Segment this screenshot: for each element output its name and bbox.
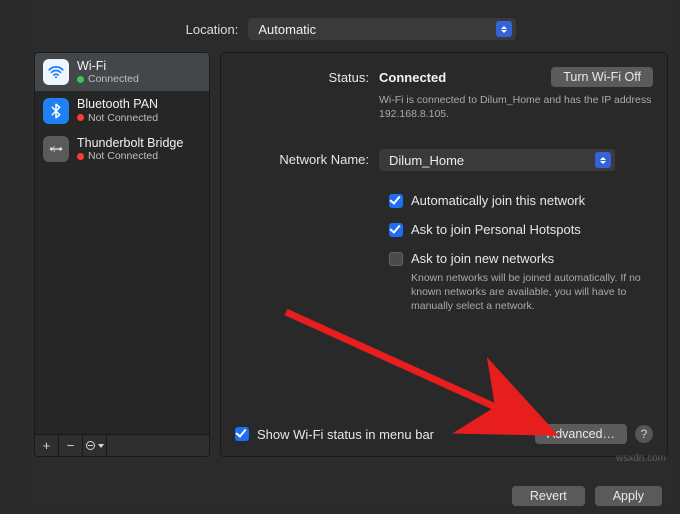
wifi-icon: [43, 59, 69, 85]
sidebar-item-title: Thunderbolt Bridge: [77, 136, 183, 150]
thunderbolt-icon: [43, 136, 69, 162]
bluetooth-icon: [43, 98, 69, 124]
status-row: Status: Connected Turn Wi-Fi Off Wi-Fi i…: [235, 67, 653, 121]
interface-options-button[interactable]: [83, 435, 107, 456]
location-popup[interactable]: Automatic: [248, 18, 516, 40]
sidebar-item-thunderbolt[interactable]: Thunderbolt Bridge Not Connected: [35, 130, 209, 168]
ask-hotspot-label: Ask to join Personal Hotspots: [411, 222, 581, 237]
status-dot-icon: [77, 114, 84, 121]
ask-new-help-text: Known networks will be joined automatica…: [411, 272, 641, 313]
sidebar-item-subtitle: Not Connected: [77, 112, 158, 124]
revert-button[interactable]: Revert: [512, 486, 585, 506]
add-interface-button[interactable]: +: [35, 435, 59, 456]
help-button[interactable]: ?: [635, 425, 653, 443]
auto-join-checkbox-row[interactable]: Automatically join this network: [389, 193, 653, 208]
network-name-row: Network Name: Dilum_Home: [235, 149, 653, 171]
status-dot-icon: [77, 76, 84, 83]
status-help-text: Wi-Fi is connected to Dilum_Home and has…: [379, 94, 653, 121]
network-name-popup[interactable]: Dilum_Home: [379, 149, 615, 171]
watermark: wsxdn.com: [616, 453, 666, 464]
remove-interface-button[interactable]: −: [59, 435, 83, 456]
sidebar-item-text: Wi-Fi Connected: [77, 59, 139, 85]
chevron-updown-icon: [595, 152, 611, 168]
ask-hotspot-checkbox-row[interactable]: Ask to join Personal Hotspots: [389, 222, 653, 237]
show-menubar-label: Show Wi-Fi status in menu bar: [257, 427, 434, 442]
network-name-value: Dilum_Home: [389, 153, 464, 168]
turn-wifi-off-button[interactable]: Turn Wi-Fi Off: [551, 67, 653, 87]
advanced-button[interactable]: Advanced…: [535, 424, 627, 444]
sidebar-item-text: Bluetooth PAN Not Connected: [77, 97, 158, 123]
sidebar-toolbar: + −: [35, 434, 209, 456]
chevron-down-icon: [98, 444, 104, 448]
location-label: Location:: [186, 22, 239, 37]
status-dot-icon: [77, 153, 84, 160]
sidebar-item-subtitle: Connected: [77, 73, 139, 85]
apply-button[interactable]: Apply: [595, 486, 662, 506]
sidebar-item-title: Bluetooth PAN: [77, 97, 158, 111]
main-columns: Wi-Fi Connected Bluetooth PAN: [28, 52, 674, 457]
checkbox-checked-icon: [389, 194, 403, 208]
interface-detail: Status: Connected Turn Wi-Fi Off Wi-Fi i…: [220, 52, 668, 457]
location-row: Location: Automatic: [28, 0, 674, 52]
sidebar-item-subtitle: Not Connected: [77, 150, 183, 162]
checkbox-unchecked-icon: [389, 252, 403, 266]
chevron-updown-icon: [496, 21, 512, 37]
status-label: Status:: [235, 67, 379, 85]
sidebar-item-bluetooth[interactable]: Bluetooth PAN Not Connected: [35, 91, 209, 129]
sidebar-item-wifi[interactable]: Wi-Fi Connected: [35, 53, 209, 91]
auto-join-label: Automatically join this network: [411, 193, 585, 208]
footer: Revert Apply: [512, 486, 662, 506]
network-pref-window: Location: Automatic Wi-Fi Connected: [28, 0, 674, 508]
location-value: Automatic: [258, 22, 316, 37]
sidebar-item-title: Wi-Fi: [77, 59, 139, 73]
show-menubar-checkbox-row[interactable]: Show Wi-Fi status in menu bar: [235, 427, 527, 442]
status-value: Connected: [379, 70, 446, 85]
ask-new-checkbox-row[interactable]: Ask to join new networks: [389, 251, 653, 266]
checkbox-checked-icon: [235, 427, 249, 441]
gear-icon: [86, 441, 95, 450]
sidebar-item-text: Thunderbolt Bridge Not Connected: [77, 136, 183, 162]
checkbox-checked-icon: [389, 223, 403, 237]
content-bottom-bar: Show Wi-Fi status in menu bar Advanced… …: [235, 424, 653, 444]
ask-new-label: Ask to join new networks: [411, 251, 554, 266]
interface-sidebar: Wi-Fi Connected Bluetooth PAN: [34, 52, 210, 457]
network-name-label: Network Name:: [235, 149, 379, 167]
